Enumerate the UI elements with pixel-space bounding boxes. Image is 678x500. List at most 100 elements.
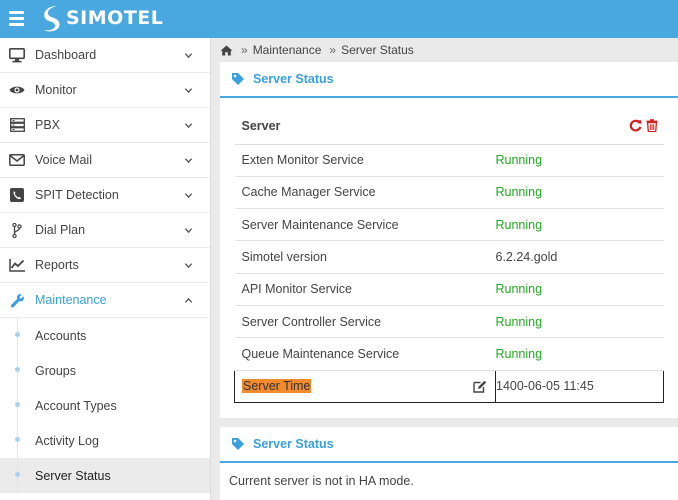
panel-header: Server Status [220, 62, 678, 98]
service-status: Running [495, 176, 664, 210]
sidebar: Dashboard Monitor PBX Voice Mail SPIT De… [0, 38, 211, 500]
chevron-down-icon [184, 228, 193, 234]
logo-text: SIMOTEL [66, 7, 164, 29]
server-icon [8, 116, 26, 134]
table-row: Server Maintenance Service Running [234, 208, 664, 242]
app-logo[interactable]: SIMOTEL [40, 2, 163, 34]
sidebar-subitem-accounts[interactable]: Accounts [0, 318, 210, 353]
sidebar-subitem-label: Activity Log [35, 433, 99, 448]
tag-icon [232, 73, 244, 85]
service-name: API Monitor Service [234, 273, 496, 306]
sidebar-item-voice-mail[interactable]: Voice Mail [0, 143, 210, 178]
sidebar-item-label: Dial Plan [35, 223, 86, 237]
header-actions-cell [495, 108, 664, 145]
chevron-down-icon [184, 263, 193, 269]
sidebar-item-dashboard[interactable]: Dashboard [0, 38, 210, 73]
table-row: API Monitor Service Running [234, 273, 664, 306]
panel-title: Server Status [253, 437, 334, 451]
service-status: Running [495, 208, 664, 242]
chevron-down-icon [184, 123, 193, 129]
server-time-value: 1400-06-05 11:45 [495, 369, 664, 403]
top-bar: SIMOTEL [0, 0, 678, 38]
sidebar-item-pbx[interactable]: PBX [0, 108, 210, 143]
breadcrumb: » Maintenance » Server Status [220, 40, 414, 60]
version-label: Simotel version [234, 240, 496, 274]
table-row: Server Controller Service Running [234, 305, 664, 339]
sidebar-item-reports[interactable]: Reports [0, 248, 210, 283]
sidebar-subitem-server-status[interactable]: Server Status [0, 458, 210, 493]
menu-toggle-icon[interactable] [9, 11, 24, 26]
sidebar-item-label: Voice Mail [35, 153, 92, 167]
table-row: Simotel version 6.2.24.gold [234, 240, 664, 274]
sidebar-subitem-account-types[interactable]: Account Types [0, 388, 210, 423]
sidebar-subitem-label: Server Status [35, 468, 111, 483]
sidebar-subitem-label: Account Types [35, 398, 117, 413]
bullet-icon [15, 472, 20, 477]
trash-icon[interactable] [646, 119, 658, 133]
sidebar-item-maintenance[interactable]: Maintenance [0, 283, 210, 318]
breadcrumb-separator: » [241, 43, 248, 57]
bullet-icon [15, 437, 20, 442]
sidebar-subitem-activity-log[interactable]: Activity Log [0, 423, 210, 458]
sidebar-item-monitor[interactable]: Monitor [0, 73, 210, 108]
service-name: Server Controller Service [234, 305, 496, 339]
ha-status-panel: Server Status Current server is not in H… [220, 427, 678, 500]
chevron-down-icon [184, 88, 193, 94]
chevron-up-icon [184, 297, 193, 303]
phone-square-icon [8, 186, 26, 204]
table-row: Exten Monitor Service Running [234, 144, 664, 177]
eye-icon [8, 81, 26, 99]
sidebar-item-label: SPIT Detection [35, 188, 119, 202]
bullet-icon [15, 402, 20, 407]
service-name: Exten Monitor Service [234, 144, 496, 177]
table-header-row: Server [234, 108, 664, 145]
simotel-logo-icon [44, 6, 60, 32]
server-time-row: Server Time 1400-06-05 11:45 [234, 369, 664, 403]
service-name: Server Maintenance Service [234, 208, 496, 242]
ha-note-row: Current server is not in HA mode. [220, 463, 678, 498]
ha-mode-note: Current server is not in HA mode. [229, 473, 414, 488]
sidebar-item-dial-plan[interactable]: Dial Plan [0, 213, 210, 248]
wrench-icon [8, 291, 26, 309]
server-status-panel: Server Status Server Exten Monitor Servi… [220, 62, 678, 418]
column-header-server: Server [234, 108, 496, 145]
server-time-label: Server Time [242, 379, 312, 394]
monitor-icon [8, 46, 26, 64]
sidebar-item-label: Reports [35, 258, 79, 272]
chevron-down-icon [184, 158, 193, 164]
chevron-down-icon [184, 193, 193, 199]
edit-icon[interactable] [473, 380, 487, 393]
service-name: Queue Maintenance Service [234, 337, 496, 371]
sidebar-item-label: Dashboard [35, 48, 97, 62]
bullet-icon [15, 367, 20, 372]
table-row: Queue Maintenance Service Running [234, 337, 664, 371]
sidebar-subitem-label: Accounts [35, 328, 87, 343]
sidebar-item-label: Monitor [35, 83, 77, 97]
tag-icon [232, 438, 244, 450]
sidebar-item-label: PBX [35, 118, 61, 132]
version-value: 6.2.24.gold [495, 240, 664, 274]
sidebar-item-spit-detection[interactable]: SPIT Detection [0, 178, 210, 213]
server-status-table: Server Exten Monitor Service Running Cac… [234, 108, 664, 403]
service-status: Running [495, 273, 664, 306]
server-time-label-cell: Server Time [234, 369, 496, 403]
home-icon[interactable] [220, 45, 233, 56]
service-name: Cache Manager Service [234, 176, 496, 210]
breadcrumb-maintenance[interactable]: Maintenance [253, 43, 322, 57]
sidebar-subitem-groups[interactable]: Groups [0, 353, 210, 388]
envelope-icon [8, 151, 26, 169]
line-chart-icon [8, 256, 26, 274]
breadcrumb-separator: » [329, 43, 337, 57]
breadcrumb-current: Server Status [341, 43, 414, 57]
sidebar-item-label: Maintenance [35, 293, 107, 307]
table-row: Cache Manager Service Running [234, 176, 664, 210]
bullet-icon [15, 332, 20, 337]
refresh-icon[interactable] [629, 119, 642, 132]
service-status: Running [495, 337, 664, 371]
sidebar-subitem-label: Groups [35, 363, 76, 378]
chevron-down-icon [184, 53, 193, 59]
branch-icon [8, 221, 26, 239]
panel-title: Server Status [253, 72, 334, 86]
service-status: Running [495, 144, 664, 177]
service-status: Running [495, 305, 664, 339]
